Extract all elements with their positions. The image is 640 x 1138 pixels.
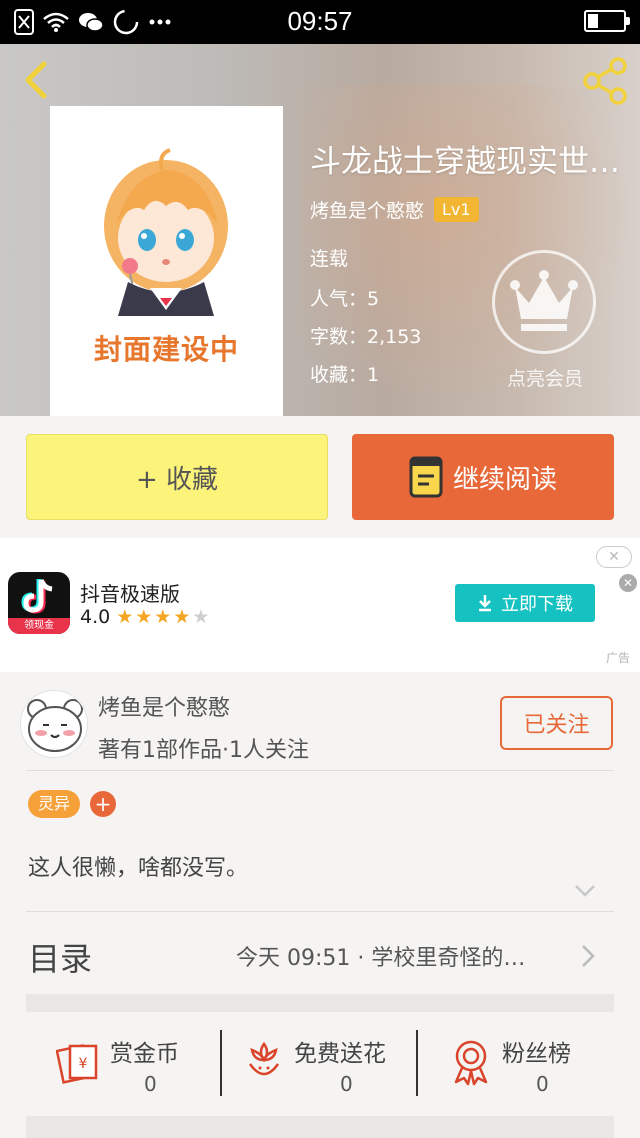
ad-icon-tag: 领现金 (8, 618, 70, 634)
reward-coins-stat[interactable]: ¥ 赏金币 0 (56, 1012, 206, 1116)
send-flowers-stat[interactable]: 免费送花 0 (244, 1012, 414, 1116)
send-flowers-label: 免费送花 (294, 1041, 386, 1067)
flower-icon (248, 1041, 280, 1076)
reward-coins-label: 赏金币 (110, 1041, 179, 1067)
book-header: 封面建设中 斗龙战士穿越现实世… 烤鱼是个憨憨 Lv1 连载 人气：5 字数：2… (0, 44, 640, 416)
cover-illustration (104, 148, 228, 316)
cover-placeholder-text: 封面建设中 (93, 333, 239, 366)
section-separator (26, 1116, 614, 1138)
ad-app-name: 抖音极速版 (80, 582, 180, 606)
continue-reading-button[interactable]: 继续阅读 (352, 434, 614, 520)
author-works-summary: 著有1部作品·1人关注 (98, 738, 309, 763)
continue-reading-label: 继续阅读 (452, 464, 557, 495)
divider (26, 770, 614, 771)
chevron-right-icon[interactable] (580, 944, 596, 968)
book-icon (409, 456, 443, 498)
serial-status: 连载 (310, 248, 349, 270)
ad-label: 广告 (605, 651, 630, 665)
author-avatar[interactable] (20, 690, 88, 758)
stat-divider (220, 1030, 222, 1096)
rating-stars: ★★★★★ (116, 606, 212, 628)
ad-rating-value: 4.0 (80, 606, 111, 628)
medal-icon (454, 1040, 488, 1086)
ad-dismiss-icon[interactable]: ✕ (619, 574, 637, 592)
add-tag-button[interactable]: + (90, 791, 116, 817)
ad-rating: 4.0 ★★★★★ (80, 606, 211, 628)
table-of-contents-row[interactable]: 目录 今天 09:51 · 学校里奇怪的… (0, 914, 640, 994)
latest-chapter[interactable]: 今天 09:51 · 学校里奇怪的… (236, 940, 572, 972)
section-separator (26, 994, 614, 1012)
red-envelope-icon: ¥ (56, 1044, 98, 1084)
crown-icon (510, 270, 578, 331)
favorite-count: 收藏：1 (310, 364, 380, 386)
share-icon[interactable] (580, 56, 630, 106)
follow-button[interactable]: 已关注 (500, 696, 613, 750)
expand-chevron-icon[interactable] (574, 884, 596, 898)
status-bar: 09:57 (0, 0, 640, 44)
vip-badge[interactable] (492, 250, 596, 354)
word-count: 字数：2,153 (310, 326, 422, 348)
action-bar: + 收藏 继续阅读 (0, 416, 640, 538)
fan-ranking-value: 0 (536, 1072, 549, 1096)
author-bio: 这人很懒，啥都没写。 (28, 856, 249, 881)
fan-ranking-stat[interactable]: 粉丝榜 0 (450, 1012, 600, 1116)
author-row[interactable]: 烤鱼是个憨憨 Lv1 (310, 196, 479, 223)
ad-app-icon[interactable]: 领现金 (8, 572, 70, 634)
level-badge: Lv1 (434, 197, 479, 222)
send-flowers-value: 0 (340, 1072, 353, 1096)
battery-icon (584, 10, 630, 32)
toc-title: 目录 (28, 940, 93, 978)
author-name-detail[interactable]: 烤鱼是个憨憨 (98, 690, 230, 722)
svg-text:¥: ¥ (79, 1056, 88, 1072)
reward-coins-value: 0 (144, 1072, 157, 1096)
author-name[interactable]: 烤鱼是个憨憨 (310, 196, 424, 223)
ad-banner[interactable]: ✕ ✕ 领现金 抖音极速版 4.0 ★★★★★ 立即下载 广告 (0, 538, 640, 672)
vip-label[interactable]: 点亮会员 (480, 364, 610, 391)
divider (26, 911, 614, 912)
tiktok-logo-icon (21, 579, 53, 614)
fan-ranking-label: 粉丝榜 (502, 1041, 571, 1067)
stats-bar: ¥ 赏金币 0 免费送花 0 粉丝榜 0 (0, 1012, 640, 1116)
ad-download-button[interactable]: 立即下载 (455, 584, 595, 622)
favorite-button-label: + 收藏 (135, 464, 219, 495)
back-icon[interactable] (14, 58, 58, 102)
book-title: 斗龙战士穿越现实世… (310, 144, 620, 180)
status-time: 09:57 (287, 6, 353, 36)
stat-divider (416, 1030, 418, 1096)
ad-download-label: 立即下载 (501, 594, 573, 615)
favorite-button[interactable]: + 收藏 (26, 434, 328, 520)
book-cover[interactable]: 封面建设中 (50, 106, 283, 416)
popularity: 人气：5 (310, 288, 380, 310)
bear-avatar-icon (27, 699, 83, 752)
genre-tag[interactable]: 灵异 (28, 790, 81, 818)
download-icon (479, 595, 491, 612)
ad-close-button[interactable]: ✕ (596, 546, 632, 568)
